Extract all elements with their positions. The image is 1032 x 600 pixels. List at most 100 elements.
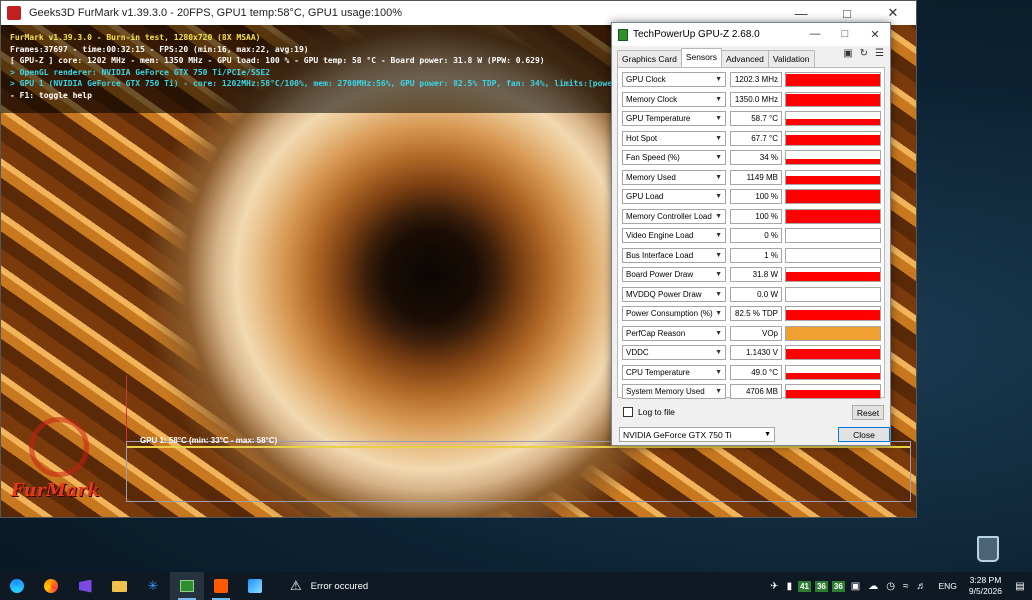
sensor-graph (785, 247, 881, 263)
chevron-down-icon: ▼ (715, 173, 722, 181)
sensor-graph (785, 189, 881, 204)
sensor-row: Video Engine Load ▼ 0 % (622, 227, 884, 244)
minimize-icon[interactable]: — (800, 28, 830, 41)
sensor-graph-fill (786, 73, 880, 86)
sensor-name-dropdown[interactable]: MVDDQ Power Draw ▼ (622, 286, 726, 302)
sensor-name-dropdown[interactable]: CPU Temperature ▼ (622, 364, 726, 380)
recycle-bin-icon[interactable] (975, 536, 1001, 564)
language-indicator[interactable]: ENG (938, 581, 956, 591)
sensor-graph-fill (786, 390, 880, 398)
clock[interactable]: 3:28 PM 9/5/2026 (969, 575, 1002, 597)
temperature-graph (126, 441, 911, 502)
sensor-name-dropdown[interactable]: Fan Speed (%) ▼ (622, 150, 726, 165)
sensor-name-dropdown[interactable]: Hot Spot ▼ (622, 130, 726, 146)
sensor-graph (785, 345, 881, 360)
battery-icon[interactable]: ▮ (787, 581, 793, 592)
tray-badge-2[interactable]: 36 (814, 580, 828, 592)
close-icon[interactable]: ✕ (860, 28, 890, 41)
gpuz-taskbar-icon[interactable] (170, 572, 204, 600)
sensors-panel: GPU Clock ▼ 1202.3 MHz Memory Clock ▼ 1350.0 … (617, 67, 885, 399)
chevron-down-icon: ▼ (715, 95, 722, 103)
system-tray: ✈ ▮ 41 36 36 ▣ ☁ ◷ ≈ ♬ ENG 3:28 PM 9/5/2… (766, 572, 1032, 600)
sensor-name: Memory Clock (626, 94, 678, 104)
media-player-icon[interactable] (68, 572, 102, 600)
volume-icon[interactable]: ♬ (916, 581, 926, 592)
sensor-value: 4706 MB (730, 384, 782, 399)
sensor-name-dropdown[interactable]: GPU Temperature ▼ (622, 111, 726, 126)
gpuz-window[interactable]: TechPowerUp GPU-Z 2.68.0 — □ ✕ Graphics … (611, 22, 891, 446)
chevron-down-icon: ▼ (715, 212, 722, 220)
sensor-graph-fill (786, 159, 880, 164)
sensor-name-dropdown[interactable]: Power Consumption (%) ▼ (622, 306, 726, 321)
sensor-name: Hot Spot (626, 133, 658, 143)
airplane-icon[interactable]: ✈ (770, 581, 778, 592)
network-icon[interactable]: ◷ (886, 581, 895, 592)
sensor-name: Board Power Draw (626, 270, 694, 279)
sensor-name: GPU Clock (626, 75, 666, 84)
onedrive-icon[interactable]: ☁ (868, 581, 878, 592)
sensor-name-dropdown[interactable]: Memory Used ▼ (622, 169, 726, 185)
graph-marker-line (126, 375, 127, 441)
sensor-graph (785, 364, 881, 380)
chevron-down-icon: ▼ (715, 76, 722, 83)
sensor-name-dropdown[interactable]: Memory Controller Load ▼ (622, 208, 726, 224)
menu-icon[interactable]: ☰ (875, 48, 884, 59)
paint-icon[interactable] (238, 572, 272, 600)
sensor-name-dropdown[interactable]: Memory Clock ▼ (622, 91, 726, 107)
sensor-name: Video Engine Load (626, 231, 694, 240)
log-to-file-checkbox[interactable]: Log to file (623, 407, 675, 417)
sensor-name: GPU Temperature (626, 114, 691, 123)
camera-icon[interactable]: ▣ (843, 48, 852, 59)
sensor-name-dropdown[interactable]: Video Engine Load ▼ (622, 228, 726, 243)
sensor-value: 1149 MB (730, 169, 782, 185)
edge-icon[interactable] (0, 572, 34, 600)
notification-icon[interactable]: ▤ (1008, 572, 1032, 600)
sensor-value: 0 % (730, 228, 782, 243)
maximize-icon[interactable]: □ (830, 28, 860, 41)
chevron-down-icon: ▼ (715, 388, 722, 395)
checkbox-box[interactable] (623, 407, 633, 417)
sensor-value: 1 % (730, 247, 782, 263)
reset-button[interactable]: Reset (852, 405, 884, 420)
sensor-name-dropdown[interactable]: GPU Clock ▼ (622, 72, 726, 87)
gpuz-titlebar[interactable]: TechPowerUp GPU-Z 2.68.0 — □ ✕ (612, 23, 890, 46)
sensor-name-dropdown[interactable]: Bus Interface Load ▼ (622, 247, 726, 263)
sensor-row: Memory Controller Load ▼ 100 % (622, 208, 884, 225)
sensor-name-dropdown[interactable]: Board Power Draw ▼ (622, 267, 726, 282)
furmark-window-title: Geeks3D FurMark v1.39.3.0 - 20FPS, GPU1 … (29, 7, 403, 19)
sensor-row: Fan Speed (%) ▼ 34 % (622, 149, 884, 166)
sensor-value: 1.1430 V (730, 345, 782, 360)
bluetooth-icon[interactable]: ✳ (136, 572, 170, 600)
sensor-value: 1202.3 MHz (730, 72, 782, 87)
sensor-graph (785, 111, 881, 126)
sensor-row: Memory Used ▼ 1149 MB (622, 169, 884, 186)
sensor-row: CPU Temperature ▼ 49.0 °C (622, 364, 884, 381)
tray-badge-1[interactable]: 41 (798, 580, 811, 592)
gpu-select[interactable]: NVIDIA GeForce GTX 750 Ti ▼ (619, 427, 775, 442)
tab-sensors[interactable]: Sensors (680, 48, 722, 67)
error-notification[interactable]: ⚠ Error occured (290, 578, 368, 594)
sensor-name: Memory Controller Load (626, 211, 712, 221)
sensor-name-dropdown[interactable]: System Memory Used ▼ (622, 384, 726, 399)
sensor-name-dropdown[interactable]: GPU Load ▼ (622, 189, 726, 204)
gpu-tray-icon[interactable]: ▣ (851, 581, 860, 592)
close-button[interactable]: Close (838, 427, 890, 442)
clock-time: 3:28 PM (969, 575, 1002, 585)
firefox-icon[interactable] (34, 572, 68, 600)
tray-badge-3[interactable]: 36 (831, 580, 845, 592)
temperature-graph-label: GPU 1: 58°C (min: 33°C - max: 58°C) (140, 436, 278, 445)
sensor-name: PerfCap Reason (626, 328, 686, 338)
sensor-value: 82.5 % TDP (730, 306, 782, 321)
sensor-graph-fill (786, 209, 880, 223)
sensor-name-dropdown[interactable]: VDDC ▼ (622, 345, 726, 360)
wifi-icon[interactable]: ≈ (903, 581, 909, 592)
file-explorer-icon[interactable] (102, 572, 136, 600)
sensor-name: GPU Load (626, 192, 664, 201)
sensor-name: Fan Speed (%) (626, 153, 680, 162)
furmark-logo-mark (29, 417, 89, 477)
temperature-graph-line (127, 446, 910, 448)
refresh-icon[interactable]: ↻ (860, 48, 868, 59)
furmark-taskbar-icon[interactable] (204, 572, 238, 600)
chevron-down-icon: ▼ (715, 251, 722, 259)
sensor-name-dropdown[interactable]: PerfCap Reason ▼ (622, 325, 726, 341)
